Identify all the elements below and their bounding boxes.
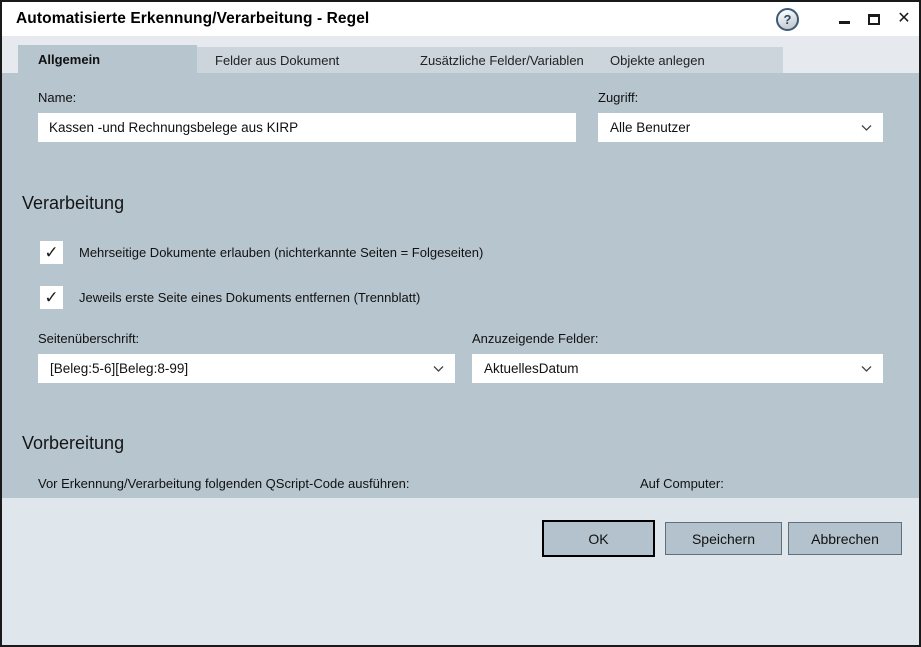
tab-felder-aus-dokument[interactable]: Felder aus Dokument <box>197 47 402 73</box>
erste-seite-checkbox-label: Jeweils erste Seite eines Dokuments entf… <box>79 290 420 305</box>
dialog-window: Automatisierte Erkennung/Verarbeitung - … <box>0 0 921 647</box>
checkbox-row-erste-seite: ✓ Jeweils erste Seite eines Dokuments en… <box>40 286 420 309</box>
seitenueberschrift-value: [Beleg:5-6][Beleg:8-99] <box>50 361 188 376</box>
footer-bar: OK Speichern Abbrechen <box>2 498 919 645</box>
anzuzeigende-felder-label: Anzuzeigende Felder: <box>472 331 598 346</box>
anzuzeigende-felder-value: AktuellesDatum <box>484 361 579 376</box>
tab-label: Objekte anlegen <box>610 53 705 68</box>
help-glyph: ? <box>784 12 792 27</box>
vorbereitung-heading: Vorbereitung <box>22 433 124 454</box>
name-input[interactable] <box>38 113 576 142</box>
erste-seite-checkbox[interactable]: ✓ <box>40 286 63 309</box>
seitenueberschrift-label: Seitenüberschrift: <box>38 331 139 346</box>
qscript-label: Vor Erkennung/Verarbeitung folgenden QSc… <box>38 476 409 491</box>
anzuzeigende-felder-dropdown[interactable]: AktuellesDatum <box>472 354 883 383</box>
check-icon: ✓ <box>44 288 58 308</box>
auf-computer-label: Auf Computer: <box>640 476 724 491</box>
window-controls: ? ✕ <box>776 2 919 36</box>
help-icon[interactable]: ? <box>776 8 799 31</box>
zugriff-value: Alle Benutzer <box>610 120 690 135</box>
tab-label: Zusätzliche Felder/Variablen <box>420 53 584 68</box>
close-button[interactable]: ✕ <box>889 2 919 36</box>
name-label: Name: <box>38 90 76 105</box>
minimize-icon <box>839 21 850 24</box>
title-bar: Automatisierte Erkennung/Verarbeitung - … <box>2 2 919 36</box>
tab-label: Allgemein <box>38 52 100 67</box>
chevron-down-icon <box>861 124 872 132</box>
mehrseitige-checkbox-label: Mehrseitige Dokumente erlauben (nichterk… <box>79 245 483 260</box>
speichern-button[interactable]: Speichern <box>665 522 782 555</box>
zugriff-label: Zugriff: <box>598 90 638 105</box>
ok-button[interactable]: OK <box>542 520 655 557</box>
checkbox-row-mehrseitige: ✓ Mehrseitige Dokumente erlauben (nichte… <box>40 241 483 264</box>
chevron-down-icon <box>433 365 444 373</box>
seitenueberschrift-dropdown[interactable]: [Beleg:5-6][Beleg:8-99] <box>38 354 455 383</box>
zugriff-dropdown[interactable]: Alle Benutzer <box>598 113 883 142</box>
window-title: Automatisierte Erkennung/Verarbeitung - … <box>16 10 369 28</box>
tab-objekte-anlegen[interactable]: Objekte anlegen <box>592 47 783 73</box>
mehrseitige-checkbox[interactable]: ✓ <box>40 241 63 264</box>
tab-strip: Allgemein Felder aus Dokument Zusätzlich… <box>2 36 919 73</box>
maximize-icon <box>868 14 880 25</box>
tab-label: Felder aus Dokument <box>215 53 339 68</box>
tab-content-allgemein: Name: Zugriff: Alle Benutzer Verarbeitun… <box>2 73 919 569</box>
abbrechen-button[interactable]: Abbrechen <box>788 522 902 555</box>
verarbeitung-heading: Verarbeitung <box>22 193 124 214</box>
close-icon: ✕ <box>897 11 910 27</box>
tab-allgemein[interactable]: Allgemein <box>18 45 197 73</box>
tab-zusaetzliche-felder-variablen[interactable]: Zusätzliche Felder/Variablen <box>402 47 592 73</box>
chevron-down-icon <box>861 365 872 373</box>
maximize-button[interactable] <box>859 2 889 36</box>
check-icon: ✓ <box>44 243 58 263</box>
minimize-button[interactable] <box>829 2 859 36</box>
